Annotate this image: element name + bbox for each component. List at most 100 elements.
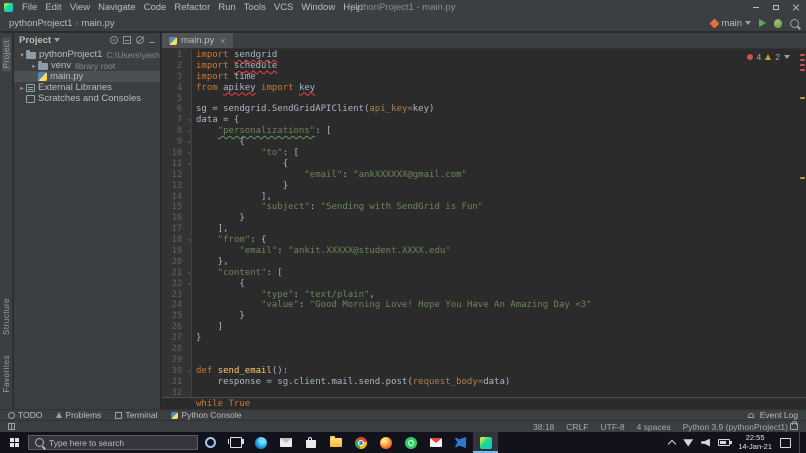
- line-number[interactable]: 28: [162, 344, 185, 355]
- line-number[interactable]: 2: [162, 61, 185, 72]
- inspections-widget[interactable]: 4 2: [744, 51, 793, 63]
- line-number[interactable]: 5: [162, 94, 185, 105]
- line-number[interactable]: 3: [162, 72, 185, 83]
- taskbar-pycharm-button[interactable]: [473, 432, 498, 453]
- code-line[interactable]: 1import sendgrid: [162, 50, 798, 61]
- menu-item-run[interactable]: Run: [214, 0, 239, 15]
- taskbar-store-button[interactable]: [298, 432, 323, 453]
- code-line[interactable]: 5: [162, 94, 798, 105]
- tree-item-scratches-and-consoles[interactable]: Scratches and Consoles: [14, 93, 160, 104]
- code-line[interactable]: 23 "type": "text/plain",: [162, 290, 798, 301]
- fold-marker-icon[interactable]: ▾: [185, 268, 193, 279]
- debug-button[interactable]: [774, 19, 782, 28]
- fold-marker-icon[interactable]: ▾: [185, 235, 193, 246]
- volume-icon[interactable]: [701, 439, 710, 447]
- action-center-icon[interactable]: [780, 438, 791, 448]
- minimize-button[interactable]: [746, 0, 766, 15]
- code-line[interactable]: 31 response = sg.client.mail.send.post(r…: [162, 377, 798, 388]
- event-log-button[interactable]: Event Log: [748, 410, 798, 420]
- wifi-icon[interactable]: [683, 439, 693, 447]
- collapse-all-icon[interactable]: [123, 36, 131, 44]
- code-line[interactable]: 16 }: [162, 213, 798, 224]
- line-number[interactable]: 12: [162, 170, 185, 181]
- code-line[interactable]: 8▾ "personalizations": [: [162, 126, 798, 137]
- fold-marker-icon[interactable]: ▾: [185, 137, 193, 148]
- code-line[interactable]: 15 "subject": "Sending with SendGrid is …: [162, 202, 798, 213]
- git-branch-widget[interactable]: main: [711, 18, 751, 29]
- toolwindow-button-todo[interactable]: TODO: [8, 410, 42, 420]
- start-button[interactable]: [0, 432, 28, 453]
- menu-item-file[interactable]: File: [18, 0, 41, 15]
- run-button[interactable]: [759, 19, 766, 27]
- code-editor[interactable]: 1import sendgrid2import schedule3import …: [162, 49, 806, 398]
- line-number[interactable]: 6: [162, 104, 185, 115]
- line-number[interactable]: 7: [162, 115, 185, 126]
- code-line[interactable]: 27}: [162, 333, 798, 344]
- taskbar-gmail-button[interactable]: [423, 432, 448, 453]
- fold-marker-icon[interactable]: ▾: [185, 148, 193, 159]
- line-number[interactable]: 21: [162, 268, 185, 279]
- menu-item-refactor[interactable]: Refactor: [170, 0, 214, 15]
- menu-item-code[interactable]: Code: [140, 0, 171, 15]
- code-line[interactable]: 20 },: [162, 257, 798, 268]
- error-stripe-mark[interactable]: [800, 69, 805, 71]
- menu-item-window[interactable]: Window: [297, 0, 339, 15]
- code-line[interactable]: 19 "email": "ankit.XXXXX@student.XXXX.ed…: [162, 246, 798, 257]
- code-line[interactable]: 10▾ "to": [: [162, 148, 798, 159]
- locate-file-icon[interactable]: [110, 36, 118, 44]
- tab-main-py[interactable]: main.py ×: [162, 33, 233, 48]
- taskbar-task-view-button[interactable]: [223, 432, 248, 453]
- taskbar-clock[interactable]: 22:55 14-Jan-21: [738, 434, 772, 451]
- line-number[interactable]: 20: [162, 257, 185, 268]
- menu-item-vcs[interactable]: VCS: [270, 0, 298, 15]
- tree-item-venv[interactable]: ▸venvlibrary root: [14, 60, 160, 71]
- code-line[interactable]: 9▾ {: [162, 137, 798, 148]
- code-line[interactable]: 3import time: [162, 72, 798, 83]
- expand-arrow-icon[interactable]: ▸: [30, 62, 38, 70]
- menu-item-edit[interactable]: Edit: [41, 0, 65, 15]
- taskbar-whatsapp-button[interactable]: [398, 432, 423, 453]
- line-number[interactable]: 30: [162, 366, 185, 377]
- battery-icon[interactable]: [718, 439, 730, 446]
- show-desktop-button[interactable]: [799, 432, 803, 453]
- tray-expand-icon[interactable]: [668, 439, 676, 447]
- fold-marker-icon[interactable]: ▾: [185, 159, 193, 170]
- line-number[interactable]: 10: [162, 148, 185, 159]
- line-number[interactable]: 25: [162, 311, 185, 322]
- code-line[interactable]: 22▾ {: [162, 279, 798, 290]
- line-number[interactable]: 9: [162, 137, 185, 148]
- menu-item-view[interactable]: View: [66, 0, 94, 15]
- warning-stripe-mark[interactable]: [800, 177, 805, 179]
- taskbar-cortana-button[interactable]: [198, 432, 223, 453]
- code-line[interactable]: 13 }: [162, 181, 798, 192]
- taskbar-mail-button[interactable]: [273, 432, 298, 453]
- breadcrumb-main-py[interactable]: main.py: [79, 18, 116, 29]
- status-item-utf-8[interactable]: UTF-8: [601, 422, 625, 432]
- line-number[interactable]: 31: [162, 377, 185, 388]
- stripe-tab-favorites[interactable]: Favorites: [2, 352, 11, 395]
- line-number[interactable]: 13: [162, 181, 185, 192]
- fold-marker-icon[interactable]: ▾: [185, 115, 193, 126]
- code-line[interactable]: 29: [162, 355, 798, 366]
- code-line[interactable]: 25 }: [162, 311, 798, 322]
- code-line[interactable]: 12 "email": "ankXXXXXX@gmail.com": [162, 170, 798, 181]
- code-line[interactable]: 2import schedule: [162, 61, 798, 72]
- line-number[interactable]: 22: [162, 279, 185, 290]
- code-line[interactable]: 30▾def send_email():: [162, 366, 798, 377]
- stripe-tab-structure[interactable]: Structure: [2, 295, 11, 338]
- status-item-python-3-9-pythonproject1[interactable]: Python 3.9 (pythonProject1): [683, 422, 788, 432]
- tree-item-main-py[interactable]: main.py: [14, 71, 160, 82]
- error-stripe-mark[interactable]: [800, 59, 805, 61]
- line-number[interactable]: 26: [162, 322, 185, 333]
- line-number[interactable]: 29: [162, 355, 185, 366]
- line-number[interactable]: 27: [162, 333, 185, 344]
- expand-arrow-icon[interactable]: ▾: [18, 51, 26, 59]
- toolwindow-button-terminal[interactable]: Terminal: [115, 410, 157, 420]
- line-number[interactable]: 24: [162, 300, 185, 311]
- taskbar-firefox-button[interactable]: [373, 432, 398, 453]
- code-line[interactable]: 24 "value": "Good Morning Love! Hope You…: [162, 300, 798, 311]
- code-line[interactable]: 11▾ {: [162, 159, 798, 170]
- settings-gear-icon[interactable]: [136, 36, 144, 44]
- close-button[interactable]: [786, 0, 806, 15]
- line-number[interactable]: 14: [162, 192, 185, 203]
